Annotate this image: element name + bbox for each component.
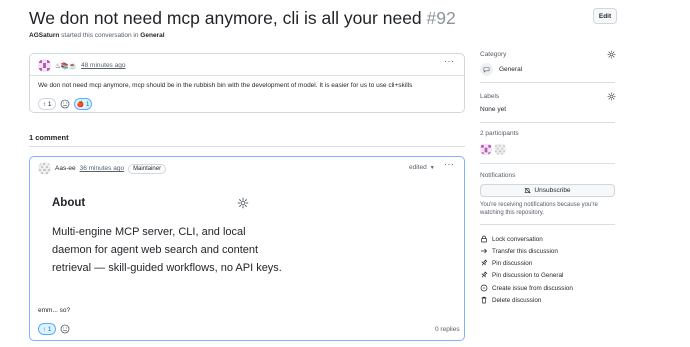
discussion-number: #92 [426,8,456,28]
replies-count[interactable]: 0 replies [435,326,460,333]
maintainer-badge: Maintainer [128,163,167,174]
add-reaction-icon[interactable] [60,324,70,334]
discussion-title: We don not need mcp anymore, cli is all … [29,8,456,29]
comment-upvote-button[interactable]: ↑ 1 [38,323,56,335]
category-gear-icon[interactable] [607,50,616,59]
comment-author-avatar[interactable] [38,162,51,175]
post-header-divider [30,75,464,76]
author-avatar[interactable] [38,59,51,72]
notification-reason-line: You're receiving notifications because y… [480,202,598,208]
reaction-emoji: 🍎 [76,101,84,108]
action-label: Delete discussion [492,296,542,304]
notification-reason-line: watching this repository. [480,210,544,216]
reaction-button[interactable]: 🍎 1 [74,98,92,110]
about-title: About [52,197,86,209]
pin-to-category-action[interactable]: Pin discussion to General [480,271,563,279]
original-post-card: ♨📚☕ 48 minutes ago ··· We don not need m… [29,53,465,113]
sidebar-divider [480,224,615,225]
arrow-up-icon: ↑ [42,100,46,108]
reaction-count: 1 [85,100,90,108]
lock-icon [481,235,487,243]
post-reactions: ↑ 1 🍎 1 [38,98,92,110]
lock-conversation-action[interactable]: Lock conversation [480,235,543,243]
participant-avatar[interactable] [480,143,492,155]
post-body: We don not need mcp anymore, mcp should … [38,82,413,89]
category-heading: Category [480,51,507,58]
gear-icon [237,197,249,209]
delete-discussion-action[interactable]: Delete discussion [480,296,541,304]
action-label: Transfer this discussion [492,247,558,255]
participants-heading: 2 participants [480,130,519,137]
comment-reactions: ↑ 1 [38,323,70,335]
comment-header: Aas-ee 36 minutes ago Maintainer [38,162,167,175]
arrow-up-icon: ↑ [42,325,46,333]
about-description: Multi-engine MCP server, CLI, and local … [52,226,282,274]
comments-divider [29,146,465,147]
category-chat-icon [480,63,493,76]
post-header: ♨📚☕ 48 minutes ago [38,59,125,72]
post-more-icon[interactable]: ··· [444,56,455,66]
participants-list [480,143,506,155]
sidebar-divider [480,82,615,83]
bell-slash-icon [524,187,532,194]
labels-heading: Labels [480,93,500,100]
participant-avatar[interactable] [494,143,506,155]
sidebar-divider [480,122,615,123]
caret-down-icon: ▼ [429,164,435,171]
started-text: started this conversation in [61,32,139,39]
sidebar-divider [480,163,615,164]
post-upvote-button[interactable]: ↑ 1 [38,98,56,110]
comment-card: Aas-ee 36 minutes ago Maintainer edited … [29,156,465,341]
pin-icon [481,259,488,266]
category-link[interactable]: General [140,32,164,39]
arrow-right-icon [481,248,488,254]
labels-value: None yet [480,106,507,113]
category-item[interactable]: General [480,63,522,76]
issue-opened-icon [480,284,488,292]
discussion-title-text: We don not need mcp anymore, cli is all … [29,8,422,28]
unsubscribe-button[interactable]: Unsubscribe [480,184,615,197]
unsubscribe-label: Unsubscribe [534,187,571,194]
comment-body: emm... so? [38,307,71,314]
pin-discussion-action[interactable]: Pin discussion [480,259,532,267]
comment-author-link[interactable]: Aas-ee [55,165,76,172]
pin-icon [481,271,488,278]
comments-count: 1 comment [29,133,69,142]
add-reaction-icon[interactable] [60,99,70,109]
author-link[interactable]: AGSaturn [29,32,59,39]
action-label: Create issue from discussion [492,284,573,292]
discussion-meta: AGSaturn started this conversation in Ge… [29,32,165,39]
post-upvote-count: 1 [47,100,52,108]
action-label: Pin discussion to General [492,271,564,279]
action-label: Lock conversation [492,235,543,243]
comment-time-link[interactable]: 36 minutes ago [80,165,124,172]
comment-upvote-count: 1 [47,325,52,333]
category-value: General [499,66,523,73]
edited-dropdown[interactable]: edited ▼ [409,164,435,171]
edit-button[interactable]: Edit [593,8,617,24]
notification-reason: You're receiving notifications because y… [480,201,598,217]
edited-label: edited [409,164,427,171]
transfer-discussion-action[interactable]: Transfer this discussion [480,247,558,255]
notifications-heading: Notifications [480,172,516,179]
post-time-link[interactable]: 48 minutes ago [81,62,125,69]
action-label: Pin discussion [492,259,533,267]
trash-icon [481,296,487,304]
comment-more-icon[interactable]: ··· [444,159,455,169]
labels-gear-icon[interactable] [607,92,616,101]
author-badges: ♨📚☕ [55,62,78,70]
create-issue-action[interactable]: Create issue from discussion [480,284,573,292]
